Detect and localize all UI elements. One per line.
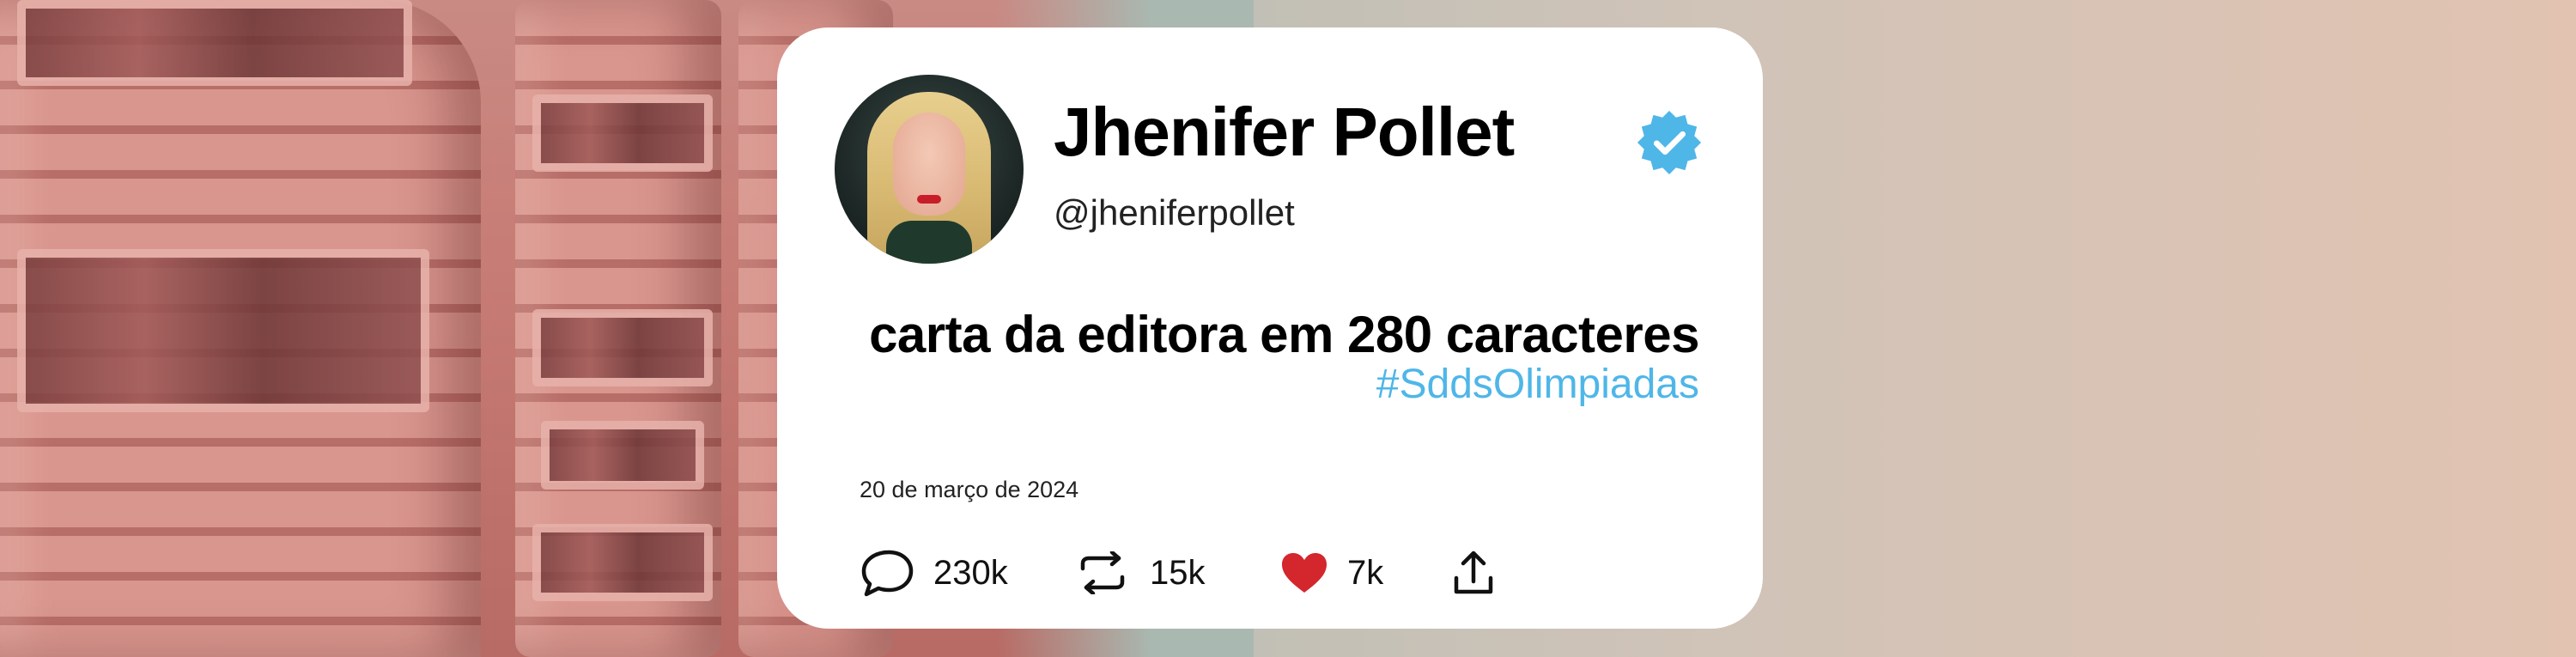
- building-window: [532, 524, 713, 601]
- tweet-date: 20 de março de 2024: [860, 477, 1079, 502]
- speech-bubble-icon: [861, 550, 914, 597]
- verified-badge-icon: [1637, 110, 1702, 175]
- building-window: [532, 94, 713, 172]
- building-window: [532, 309, 713, 386]
- like-button[interactable]: 7k: [1280, 543, 1383, 603]
- heart-icon: [1282, 553, 1327, 593]
- tweet-text: carta da editora em 280 caracteres: [869, 306, 1699, 363]
- tweet-card: Jhenifer Pollet @jheniferpollet carta da…: [777, 27, 1763, 629]
- building-window: [17, 0, 412, 86]
- avatar[interactable]: [835, 75, 1024, 264]
- user-handle[interactable]: @jheniferpollet: [1054, 195, 1295, 231]
- like-count: 7k: [1347, 554, 1384, 592]
- share-upload-icon: [1454, 551, 1493, 594]
- display-name[interactable]: Jhenifer Pollet: [1054, 98, 1515, 167]
- avatar-neck: [886, 221, 972, 264]
- action-bar: 230k 15k 7k: [860, 543, 1701, 603]
- building-window: [541, 421, 704, 490]
- reply-button[interactable]: 230k: [860, 543, 1008, 603]
- reply-count: 230k: [933, 554, 1008, 592]
- share-button[interactable]: [1452, 543, 1495, 603]
- retweet-count: 15k: [1150, 554, 1206, 592]
- background-scene: Jhenifer Pollet @jheniferpollet carta da…: [0, 0, 2576, 657]
- retweet-button[interactable]: 15k: [1074, 543, 1206, 603]
- hashtag-link[interactable]: #SddsOlimpiadas: [1376, 364, 1699, 405]
- building-window: [17, 249, 429, 412]
- avatar-lips: [917, 195, 941, 204]
- retweet-icon: [1080, 551, 1125, 594]
